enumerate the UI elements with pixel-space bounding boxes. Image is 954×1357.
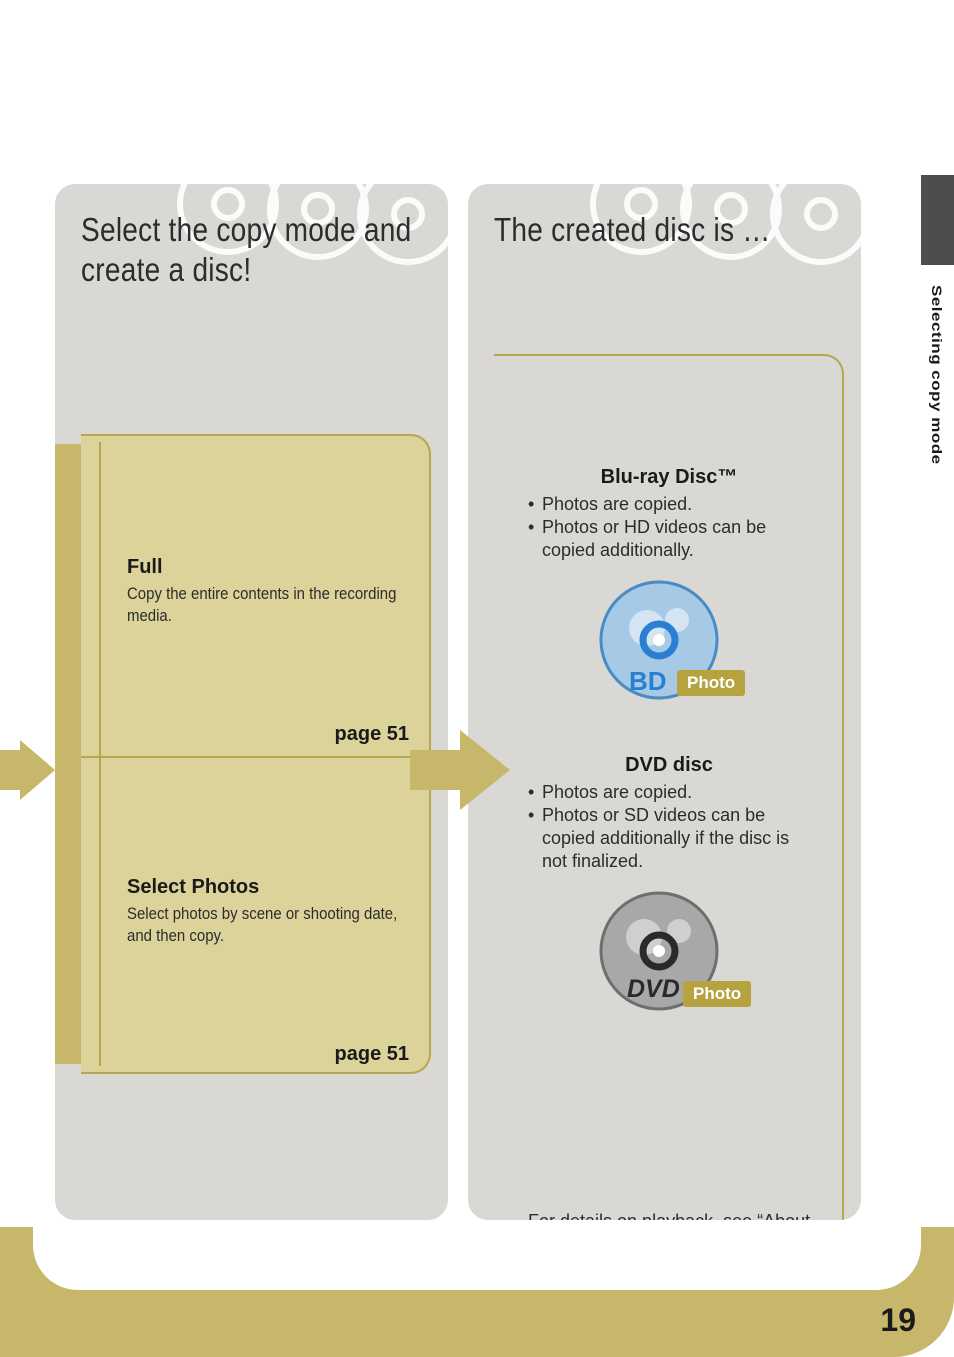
mode-select-photos-page-ref: page 51 [335,1043,409,1066]
side-tab [921,175,954,265]
mode-full-block: Full Copy the entire contents in the rec… [81,436,429,756]
dvd-heading: DVD disc [528,754,810,777]
playback-footnote: For details on playback, see “About Crea… [528,1210,812,1220]
left-panel: Select the copy mode and create a disc! … [55,184,448,1220]
dvd-label: DVD [627,975,680,1004]
document-page: Selecting copy mode 19 Select the copy m… [0,0,954,1357]
list-item: Photos or SD videos can be copied additi… [528,804,810,873]
list-item: Photos are copied. [528,781,810,804]
mode-select-photos-block: Select Photos Select photos by scene or … [81,756,429,1076]
bluray-heading: Blu-ray Disc™ [528,466,810,489]
page-number: 19 [880,1302,916,1339]
bd-photo-badge: Photo [677,670,745,696]
flow-arrow-icon [410,730,510,810]
mode-full-title: Full [127,556,399,579]
copy-mode-card: Full Copy the entire contents in the rec… [81,434,431,1074]
left-panel-title: Select the copy mode and create a disc! [81,210,448,291]
right-panel-title: The created disc is … [494,210,861,250]
mode-full-desc: Copy the entire contents in the recordin… [127,583,397,627]
dvd-bullets: Photos are copied. Photos or SD videos c… [528,781,810,873]
left-inner-vertical-line [99,442,101,1066]
created-disc-card: Blu-ray Disc™ Photos are copied. Photos … [494,354,844,1220]
list-item: Photos are copied. [528,493,810,516]
mode-select-photos-title: Select Photos [127,876,399,899]
mode-full-page-ref: page 51 [335,723,409,746]
bd-label: BD [629,666,667,697]
incoming-arrow-icon [0,740,55,800]
left-accent-bar [55,444,81,1064]
dvd-photo-badge: Photo [683,981,751,1007]
dvd-section: DVD disc Photos are copied. Photos or SD… [494,754,842,1019]
bluray-bullets: Photos are copied. Photos or HD videos c… [528,493,810,562]
list-item: Photos or HD videos can be copied additi… [528,516,810,562]
mode-select-photos-desc: Select photos by scene or shooting date,… [127,903,397,947]
side-section-label: Selecting copy mode [928,285,944,465]
bluray-section: Blu-ray Disc™ Photos are copied. Photos … [494,466,842,708]
dvd-disc-graphic: DVD Photo [528,889,810,1019]
right-panel: The created disc is … Blu-ray Disc™ Phot… [468,184,861,1220]
bluray-disc-graphic: BD Photo [528,578,810,708]
